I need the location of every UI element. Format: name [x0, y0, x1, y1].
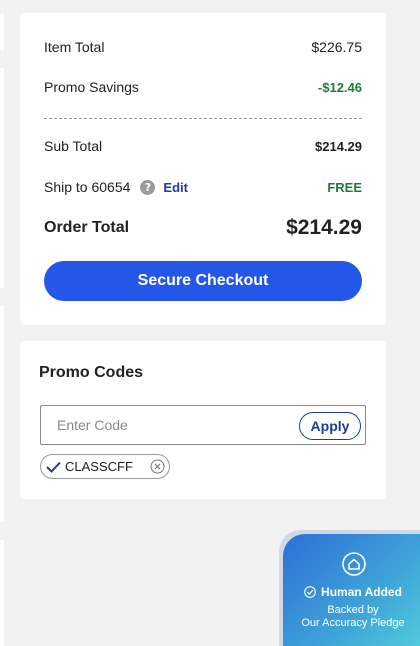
edit-shipping-link[interactable]: Edit: [163, 180, 188, 195]
order-total-value: $214.29: [286, 216, 362, 239]
applied-promo-code: CLASSCFF: [65, 459, 133, 474]
order-total-row: Order Total $214.29: [44, 216, 362, 240]
question-circle-icon[interactable]: ?: [140, 179, 156, 195]
left-panel-edge: [0, 13, 4, 51]
accuracy-pledge-badge[interactable]: Human Added Backed by Our Accuracy Pledg…: [283, 534, 420, 646]
badge-title: Human Added: [321, 585, 402, 599]
promo-savings-value: -$12.46: [317, 79, 362, 95]
badge-subtitle: Backed by Our Accuracy Pledge: [283, 604, 420, 630]
ship-to-label: Ship to 60654: [44, 179, 131, 195]
left-panel-edge: [0, 68, 4, 288]
subtotal-row: Sub Total $214.29: [44, 138, 362, 154]
home-shield-icon: [342, 552, 366, 576]
item-total-row: Item Total $226.75: [44, 39, 362, 55]
item-total-value: $226.75: [311, 39, 362, 55]
check-icon: [46, 461, 61, 473]
left-panel-edge: [0, 540, 4, 646]
order-total-label: Order Total: [44, 219, 130, 236]
badge-subtitle-line2: Our Accuracy Pledge: [301, 617, 405, 629]
promo-codes-title: Promo Codes: [39, 364, 144, 381]
promo-savings-row: Promo Savings -$12.46: [44, 79, 362, 95]
badge-subtitle-line1: Backed by: [327, 604, 379, 616]
shipping-row: Ship to 60654 ? Edit FREE: [44, 179, 362, 195]
shipping-value: FREE: [327, 179, 362, 195]
remove-circle-icon[interactable]: [150, 459, 165, 474]
check-circle-icon: [304, 586, 316, 598]
summary-divider: [44, 118, 362, 119]
promo-code-field: Apply: [40, 405, 366, 445]
promo-savings-label: Promo Savings: [44, 79, 139, 95]
badge-title-row: Human Added: [283, 585, 420, 599]
apply-button[interactable]: Apply: [299, 412, 361, 440]
item-total-label: Item Total: [44, 39, 105, 55]
secure-checkout-button[interactable]: Secure Checkout: [44, 261, 362, 301]
left-panel-edge: [0, 306, 4, 522]
applied-promo-chip: CLASSCFF: [40, 454, 170, 479]
promo-codes-card: Promo Codes Apply CLASSCFF: [20, 341, 386, 499]
shipping-destination: Ship to 60654 ? Edit: [44, 179, 188, 195]
subtotal-label: Sub Total: [44, 138, 103, 154]
promo-code-input[interactable]: [41, 406, 291, 444]
subtotal-value: $214.29: [315, 138, 362, 154]
order-summary-card: Item Total $226.75 Promo Savings -$12.46…: [20, 13, 386, 325]
